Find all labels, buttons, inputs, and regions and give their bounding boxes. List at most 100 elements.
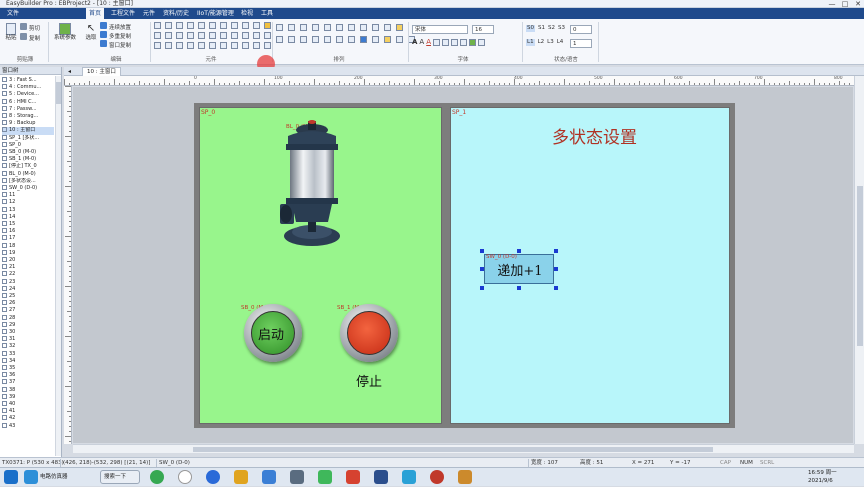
tree-item[interactable]: 9 : Backup <box>2 120 54 127</box>
align-text-right-icon[interactable] <box>451 39 459 46</box>
menu-home[interactable]: 首页 <box>86 8 105 19</box>
tree-item[interactable]: [多状态设... <box>2 177 54 185</box>
app-icon-5[interactable] <box>374 470 388 484</box>
selection-handle[interactable] <box>480 267 484 271</box>
tree-item[interactable]: SW_0 (D-0) <box>2 185 54 192</box>
language-value-field[interactable]: 1 <box>570 39 592 48</box>
selection-handle[interactable] <box>554 267 558 271</box>
tree-item[interactable]: 28 <box>2 314 54 322</box>
start-button[interactable]: 启动 <box>244 304 302 362</box>
tree-item[interactable]: 5 : Device... <box>2 91 54 98</box>
tree-item[interactable]: SB_0 (M-0) <box>2 149 54 156</box>
k-app-icon[interactable] <box>206 470 220 484</box>
tree-item[interactable]: 12 <box>2 199 54 206</box>
tree-item[interactable]: 32 <box>2 343 54 350</box>
app-icon-1[interactable] <box>262 470 276 484</box>
search-box[interactable]: 搜索一下 <box>100 470 140 484</box>
keypad-icon[interactable] <box>253 32 260 39</box>
tree-item[interactable]: 7 : Passw... <box>2 105 54 113</box>
tree-item[interactable]: 29 <box>2 321 54 329</box>
tree-item[interactable]: BL_0 (M-0) <box>2 170 54 178</box>
grid-icon[interactable] <box>165 22 172 29</box>
app-icon-2[interactable] <box>290 470 304 484</box>
tree-item[interactable]: 17 <box>2 235 54 242</box>
selection-handle[interactable] <box>480 249 484 253</box>
tree-item[interactable]: 31 <box>2 336 54 343</box>
cloud-icon[interactable] <box>187 42 194 49</box>
layer-l2[interactable]: L2 <box>538 39 545 46</box>
same-height-icon[interactable] <box>312 36 319 43</box>
font-size-select[interactable]: 16 <box>472 25 494 34</box>
folder-icon[interactable] <box>264 22 271 29</box>
align-middle-icon[interactable] <box>324 24 331 31</box>
trend-icon[interactable] <box>231 32 238 39</box>
list-icon[interactable] <box>165 32 172 39</box>
send-back-icon[interactable] <box>360 24 367 31</box>
selection-handle[interactable] <box>554 249 558 253</box>
state-value-field[interactable]: 0 <box>570 25 592 34</box>
distribute-v-icon[interactable] <box>288 36 295 43</box>
text-fit-icon[interactable] <box>469 39 477 46</box>
abc-icon[interactable] <box>198 42 205 49</box>
tree-item[interactable]: SP_1 [多状... <box>2 134 54 142</box>
alarm-icon[interactable] <box>253 22 260 29</box>
tree-item[interactable]: 4 : Commu... <box>2 84 54 91</box>
explorer-icon[interactable] <box>234 470 248 484</box>
tree-item[interactable]: 33 <box>2 350 54 358</box>
bring-front-icon[interactable] <box>348 24 355 31</box>
picture-icon[interactable] <box>220 42 227 49</box>
bullet-icon[interactable] <box>478 39 486 46</box>
menu-iiot[interactable]: IIoT/能源管理 <box>194 8 237 19</box>
tree-item[interactable]: 14 <box>2 213 54 221</box>
tree-item[interactable]: 27 <box>2 307 54 314</box>
rotate-icon[interactable] <box>336 36 343 43</box>
bold-icon[interactable]: A <box>412 39 417 49</box>
monitor-icon[interactable] <box>253 42 260 49</box>
italic-icon[interactable]: A <box>419 39 424 49</box>
selection-handle[interactable] <box>554 286 558 290</box>
selection-handle[interactable] <box>480 286 484 290</box>
tree-item[interactable]: [停止] TX_0 <box>2 163 54 170</box>
tree-item[interactable]: SP_0 <box>2 141 54 149</box>
table-icon[interactable] <box>154 22 161 29</box>
tree-item[interactable]: 15 <box>2 221 54 228</box>
cut-button[interactable]: 剪切 <box>20 23 40 33</box>
state-s2[interactable]: S2 <box>548 25 555 32</box>
align-bottom-icon[interactable] <box>336 24 343 31</box>
tree-item[interactable]: 8 : Storag... <box>2 113 54 120</box>
task-app-label[interactable]: 电路仿真器 <box>40 468 68 487</box>
rect-icon[interactable] <box>176 22 183 29</box>
menu-file[interactable]: 文件 <box>4 8 22 19</box>
text-icon[interactable] <box>187 22 194 29</box>
format-painter-icon[interactable] <box>396 24 403 31</box>
align-left-icon[interactable] <box>276 24 283 31</box>
tree-item[interactable]: 43 <box>2 422 54 430</box>
tree-item[interactable]: 35 <box>2 365 54 372</box>
align-icon[interactable] <box>209 42 216 49</box>
tree-scroll-thumb[interactable] <box>56 82 61 104</box>
tab-main-window[interactable]: 10 : 主窗口 <box>82 67 121 76</box>
app-icon-7[interactable] <box>430 470 444 484</box>
layer-l4[interactable]: L4 <box>557 39 564 46</box>
menu-project[interactable]: 工程文件 <box>108 8 138 19</box>
menu-object[interactable]: 元件 <box>140 8 158 19</box>
same-size-icon[interactable] <box>324 36 331 43</box>
tree-item[interactable]: 38 <box>2 386 54 394</box>
star-icon[interactable] <box>176 42 183 49</box>
layer-icon[interactable] <box>372 36 379 43</box>
tree-item[interactable]: 25 <box>2 293 54 300</box>
tree-item[interactable]: 11 <box>2 192 54 199</box>
ungroup-icon[interactable] <box>384 24 391 31</box>
layer-l3[interactable]: L3 <box>547 39 554 46</box>
shape-icon[interactable] <box>154 42 161 49</box>
tree-item[interactable]: 13 <box>2 206 54 214</box>
tree-item[interactable]: 39 <box>2 393 54 401</box>
app-icon-3[interactable] <box>318 470 332 484</box>
line-color-icon[interactable] <box>396 36 403 43</box>
browser-icon[interactable] <box>178 470 192 484</box>
distribute-h-icon[interactable] <box>276 36 283 43</box>
tree-item[interactable]: 34 <box>2 357 54 365</box>
bar-icon[interactable] <box>220 32 227 39</box>
window-copy-button[interactable]: 窗口复制 <box>100 40 131 50</box>
tree-item[interactable]: 6 : HMI C... <box>2 98 54 106</box>
